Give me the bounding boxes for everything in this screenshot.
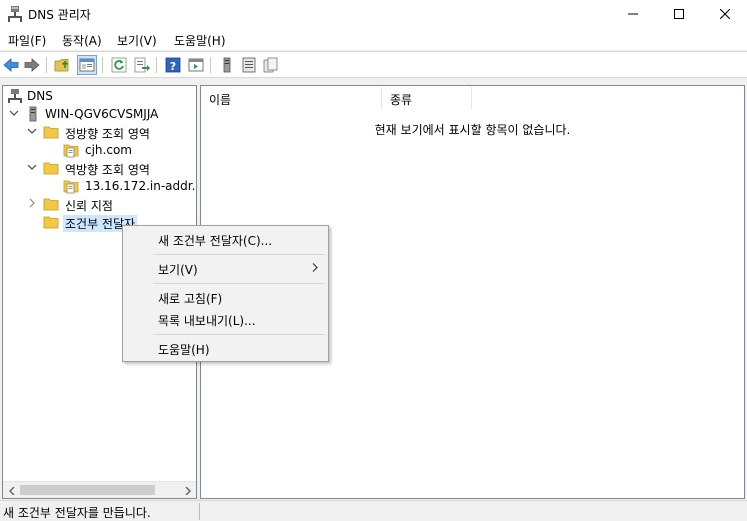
column-header-label: 이름 [209, 93, 232, 107]
menu-item-help[interactable]: 도움말(H) [123, 337, 328, 359]
maximize-icon [674, 9, 684, 19]
menu-item-label: 보기(V) [158, 263, 198, 277]
minimize-icon [628, 13, 638, 15]
scroll-left-button[interactable] [3, 482, 20, 498]
tree-item-label: DNS [27, 89, 53, 103]
chevron-down-icon[interactable] [27, 126, 37, 136]
help-icon[interactable]: ? [164, 56, 182, 74]
menu-separator [153, 283, 325, 284]
horizontal-scrollbar[interactable] [3, 481, 196, 498]
dns-icon [8, 6, 22, 22]
menu-help[interactable]: 도움말(H) [174, 32, 226, 49]
menu-separator [153, 254, 325, 255]
tree-item-dns[interactable]: DNS [3, 87, 193, 105]
toolbar-separator [156, 57, 157, 73]
refresh-icon[interactable] [110, 56, 128, 74]
empty-list-message: 현재 보기에서 표시할 항목이 없습니다. [374, 123, 571, 137]
toolbar-separator [102, 57, 103, 73]
zone-file-icon [63, 144, 79, 158]
submenu-arrow-icon [312, 263, 318, 272]
status-divider [199, 503, 200, 520]
dns-icon [8, 89, 22, 103]
tree-item-label: cjh.com [85, 143, 132, 157]
menu-file[interactable]: 파일(F) [8, 32, 46, 49]
properties-icon[interactable] [187, 56, 205, 74]
status-bar: 새 조건부 전달자를 만듭니다. [0, 500, 747, 521]
maximize-button[interactable] [656, 0, 702, 28]
scroll-right-button[interactable] [179, 482, 196, 498]
folder-icon [43, 198, 59, 211]
menu-view[interactable]: 보기(V) [117, 32, 157, 49]
close-button[interactable] [702, 0, 747, 28]
column-header-name[interactable]: 이름 [201, 87, 382, 109]
chevron-left-icon [8, 486, 14, 495]
up-folder-icon[interactable] [54, 56, 72, 74]
scrollbar-thumb[interactable] [20, 485, 155, 495]
menu-item-view[interactable]: 보기(V) [123, 257, 328, 279]
tree-item-reverse-zone[interactable]: 13.16.172.in-addr.ar [3, 177, 196, 195]
copy-icon[interactable] [262, 56, 280, 74]
tree-item-label: 정방향 조회 영역 [65, 127, 150, 141]
tree-item-server[interactable]: WIN-QGV6CVSMJJA [3, 105, 193, 123]
tree-item-forward-zones[interactable]: 정방향 조회 영역 [3, 123, 193, 141]
column-header-label: 종류 [390, 93, 413, 107]
toolbar: ? [0, 51, 747, 78]
show-hide-tree-icon[interactable] [77, 55, 97, 75]
menu-action[interactable]: 동작(A) [62, 32, 102, 49]
menu-item-label: 목록 내보내기(L)... [158, 314, 256, 328]
chevron-down-icon[interactable] [9, 108, 19, 118]
menu-item-refresh[interactable]: 새로 고침(F) [123, 286, 328, 308]
menu-item-label: 도움말(H) [158, 343, 210, 357]
server-icon[interactable] [218, 56, 236, 74]
title-bar: DNS 관리자 [0, 0, 747, 28]
back-icon[interactable] [2, 56, 20, 74]
chevron-right-icon[interactable] [27, 198, 37, 208]
minimize-button[interactable] [610, 0, 656, 28]
status-text: 새 조건부 전달자를 만듭니다. [3, 506, 151, 520]
column-header-type[interactable]: 종류 [382, 87, 472, 109]
tree-item-label: 역방향 조회 영역 [65, 163, 150, 177]
tree-item-cjh-com[interactable]: cjh.com [3, 141, 193, 159]
menu-item-export-list[interactable]: 목록 내보내기(L)... [123, 308, 328, 330]
folder-icon [43, 162, 59, 175]
tree-item-label: 13.16.172.in-addr.ar [85, 179, 197, 193]
close-icon [720, 9, 730, 19]
menu-item-label: 새로 고침(F) [158, 292, 223, 306]
menu-item-label: 새 조건부 전달자(C)... [158, 234, 273, 248]
toolbar-separator [210, 57, 211, 73]
tree-item-trust-points[interactable]: 신뢰 지점 [3, 195, 193, 213]
chevron-down-icon[interactable] [27, 162, 37, 172]
folder-icon [43, 216, 59, 229]
menu-bar: 파일(F) 동작(A) 보기(V) 도움말(H) [0, 28, 747, 50]
toolbar-separator [46, 57, 47, 73]
window-title: DNS 관리자 [28, 8, 91, 22]
tree-item-label: WIN-QGV6CVSMJJA [45, 107, 159, 121]
zone-file-icon [63, 180, 79, 194]
server-icon [29, 106, 37, 122]
list-icon[interactable] [240, 56, 258, 74]
context-menu: 새 조건부 전달자(C)... 보기(V) 새로 고침(F) 목록 내보내기(L… [122, 225, 329, 362]
svg-text:?: ? [170, 60, 176, 73]
menu-separator [153, 334, 325, 335]
menu-item-new-conditional-forwarder[interactable]: 새 조건부 전달자(C)... [123, 228, 328, 250]
tree-item-reverse-zones[interactable]: 역방향 조회 영역 [3, 159, 193, 177]
forward-icon[interactable] [23, 56, 41, 74]
chevron-right-icon [185, 486, 191, 495]
tree-item-label: 신뢰 지점 [65, 199, 113, 213]
export-list-icon[interactable] [133, 56, 151, 74]
folder-icon [43, 126, 59, 139]
